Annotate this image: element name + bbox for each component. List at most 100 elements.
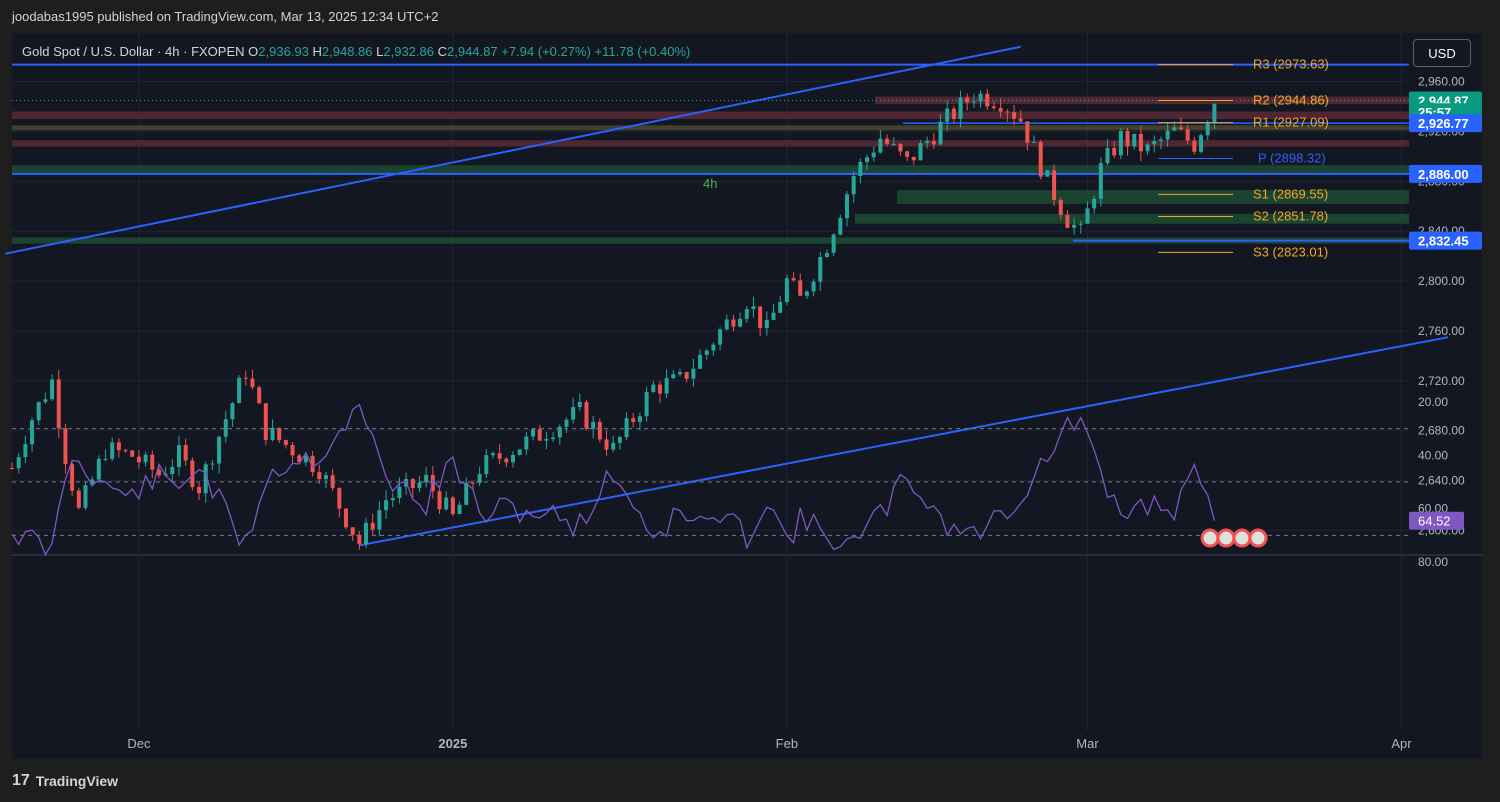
sr-zone-support [12,165,1409,174]
candle-body [938,121,943,145]
candle-body [30,420,35,445]
us-flag-icon[interactable] [1216,528,1236,548]
candle-body [865,157,870,162]
candle-body [905,151,910,157]
pivot-label: P (2898.32) [1258,151,1326,166]
candle-body [724,319,729,330]
high-key: H [312,44,322,59]
candle-body [257,387,262,404]
candle-body [591,421,596,429]
candle-body [63,428,68,465]
candle-body [1018,118,1023,122]
candle-body [878,138,883,153]
chart-frame: R3 (2973.63) R2 (2944.86) R1 (2927.09) P (2… [0,0,1500,802]
candle-body [537,429,542,441]
candle-body [76,490,81,508]
candle-body [845,194,849,219]
us-flag-icon[interactable] [1200,528,1220,548]
candle-body [704,350,709,355]
candle-body [818,256,823,282]
candle-body [764,319,769,329]
candle-body [931,140,936,145]
candle-body [364,522,369,545]
candle-body [691,368,696,379]
pivot-label: R1 (2927.09) [1253,115,1329,130]
candle-body [490,453,495,456]
candle-body [838,218,843,235]
candle-body [116,442,121,451]
rsi-axis-label: 40.00 [1418,448,1448,462]
candle-body [450,497,455,514]
close-value: 2,944.87 [447,44,498,59]
candle-body [678,372,682,375]
candle-body [150,454,155,470]
candle-body [898,143,903,152]
candle-body [270,427,275,441]
candle-body [571,407,576,420]
tradingview-logo[interactable]: 17 TradingView [12,772,118,790]
candle-body [531,429,536,437]
candle-body [778,301,783,313]
candle-body [738,318,743,327]
candle-body [1105,148,1110,164]
price-chart-svg[interactable]: R3 (2973.63) R2 (2944.86) R1 (2927.09) P (2… [0,0,1500,802]
candle-body [357,534,362,545]
candle-body [350,527,355,535]
sr-zone-resist [12,111,1409,120]
candle-body [985,93,990,107]
candle-body [50,379,55,400]
candle-body [1012,112,1016,119]
candle-body [637,416,642,422]
candle-body [1158,139,1163,141]
candle-body [657,384,662,394]
candle-body [911,156,916,161]
sr-zone-support [897,190,1409,204]
candle-body [210,463,215,465]
candle-body [197,487,202,494]
us-flag-icon[interactable] [1248,528,1268,548]
candle-body [711,344,716,351]
pivot-label: S2 (2851.78) [1253,209,1328,224]
candle-body [885,138,890,145]
open-value: 2,936.93 [258,44,309,59]
candle-body [170,466,175,474]
high-value: 2,948.86 [321,44,373,59]
price-pane-background [12,33,1409,554]
interval-label: 4h [703,176,717,191]
candle-body [123,450,128,452]
candle-body [671,374,676,379]
candle-body [323,475,328,480]
time-axis-background [12,731,1482,759]
candle-body [577,401,582,408]
change-value-2: +11.78 (+0.40%) [594,44,691,59]
candle-body [858,161,863,177]
us-flag-icon[interactable] [1232,528,1252,548]
candle-body [130,450,135,457]
candle-body [230,403,235,420]
candle-body [16,457,21,469]
symbol-legend[interactable]: Gold Spot / U.S. Dollar · 4h · FXOPEN O2… [22,44,690,59]
price-axis-label: 2,640.00 [1418,474,1465,488]
close-key: C [437,44,447,59]
candle-body [811,281,816,292]
symbol-name[interactable]: Gold Spot / U.S. Dollar · 4h · FXOPEN [22,44,245,59]
candle-body [384,500,389,511]
candle-body [611,442,616,450]
candle-body [1078,223,1083,225]
candle-body [470,482,475,484]
candle-body [56,379,61,429]
candle-body [925,140,930,144]
candle-body [497,453,502,459]
price-badge-label: 2,926.77 [1418,116,1469,131]
candle-body [10,468,14,470]
price-axis-label: 2,760.00 [1418,324,1465,338]
candle-body [851,176,856,195]
rsi-axis-label: 80.00 [1418,555,1448,569]
candle-body [651,384,656,392]
candle-body [951,108,956,119]
price-badge-label: 2,886.00 [1418,167,1469,182]
tradingview-logo-icon: 17 [12,772,30,789]
candle-body [718,329,723,345]
candle-body [971,101,976,103]
currency-button[interactable]: USD [1413,39,1471,67]
